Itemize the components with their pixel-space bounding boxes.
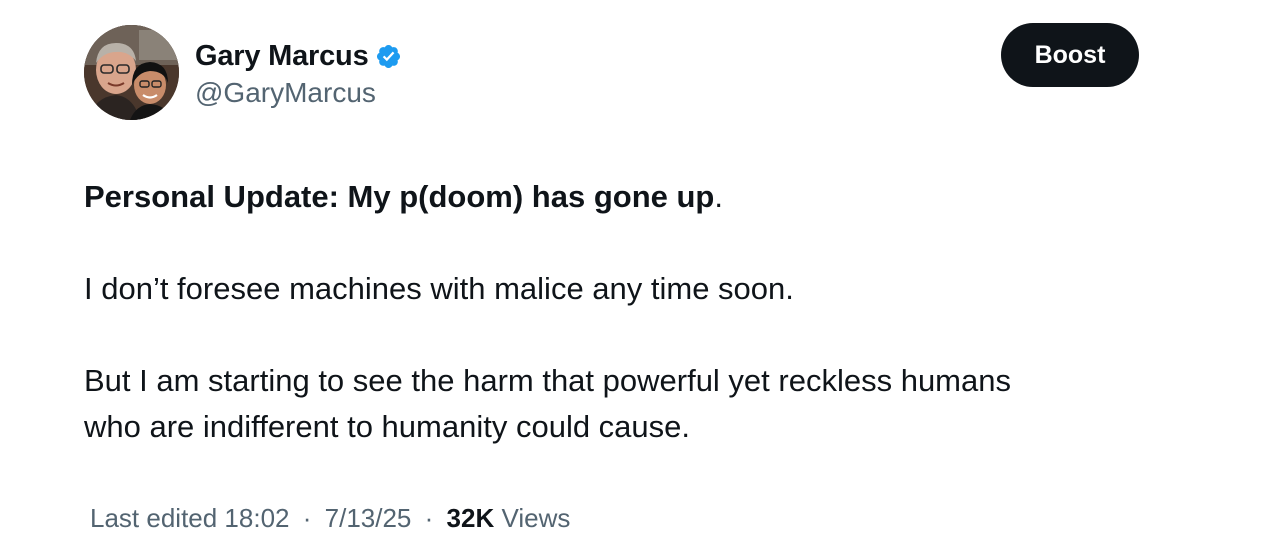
tweet-meta: Last edited 18:02 · 7/13/25 · 32K Views (90, 503, 570, 534)
boost-button[interactable]: Boost (1001, 23, 1139, 87)
author-names: Gary Marcus @GaryMarcus (195, 37, 402, 109)
tweet-paragraph-2-line-2: who are indifferent to humanity could ca… (84, 409, 691, 444)
tweet-text: Personal Update: My p(doom) has gone up.… (84, 174, 1184, 450)
views-label: Views (501, 503, 571, 533)
meta-separator: · (424, 503, 434, 533)
tweet-paragraph-1: I don’t foresee machines with malice any… (84, 271, 794, 306)
tweet-date[interactable]: 7/13/25 (325, 503, 412, 533)
tweet-paragraph-2-line-1: But I am starting to see the harm that p… (84, 363, 1011, 398)
views-count: 32K (446, 503, 495, 533)
profile-photo-icon (84, 25, 179, 120)
headline-tail: . (714, 179, 723, 214)
tweet-header: Gary Marcus @GaryMarcus Boost (84, 23, 1144, 121)
meta-separator: · (302, 503, 312, 533)
display-name[interactable]: Gary Marcus (195, 40, 369, 73)
avatar[interactable] (84, 25, 179, 120)
display-name-row: Gary Marcus (195, 37, 402, 75)
tweet-headline: Personal Update: My p(doom) has gone up. (84, 174, 1184, 220)
headline-bold-text: Personal Update: My p(doom) has gone up (84, 179, 715, 214)
handle[interactable]: @GaryMarcus (195, 77, 402, 109)
verified-badge-icon[interactable] (375, 43, 402, 70)
edited-label[interactable]: Last edited 18:02 (90, 503, 290, 533)
